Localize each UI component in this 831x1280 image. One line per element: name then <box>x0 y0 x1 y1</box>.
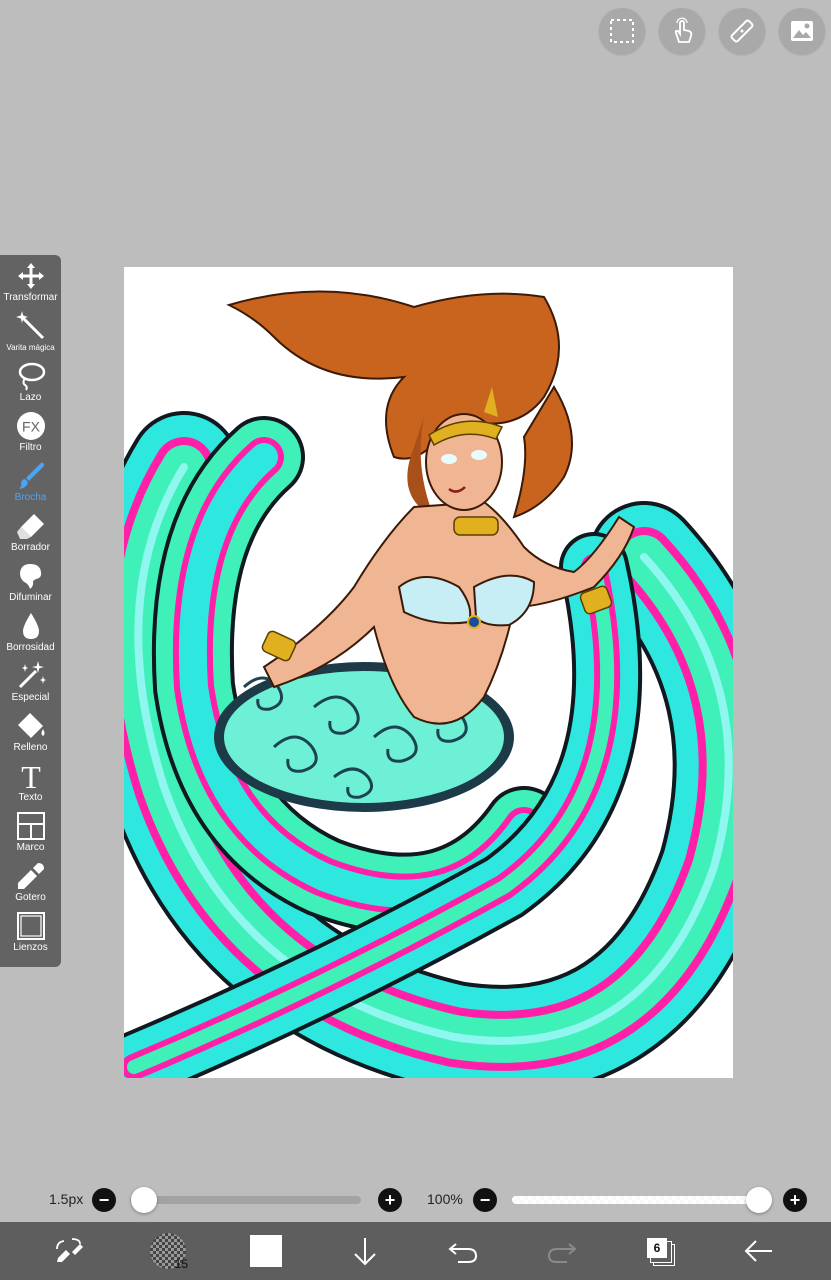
tool-transformar[interactable]: Transformar <box>0 261 61 311</box>
move-arrows-icon <box>17 263 44 289</box>
frame-divider-icon <box>16 812 45 840</box>
opacity-slider[interactable] <box>512 1187 772 1213</box>
gesture-icon <box>674 17 693 43</box>
back-button[interactable] <box>729 1222 789 1280</box>
tool-borrador[interactable]: Borrador <box>0 511 61 561</box>
brush-size-decrease-button[interactable]: − <box>92 1188 116 1212</box>
brush-eraser-swap-button[interactable] <box>39 1222 99 1280</box>
tool-label: Texto <box>18 792 43 803</box>
opacity-fill <box>512 1196 772 1204</box>
brush-settings-button[interactable]: 15 <box>138 1222 198 1280</box>
text-t-icon: T <box>21 761 41 791</box>
fx-icon: FX <box>16 412 45 440</box>
brush-icon <box>18 462 44 489</box>
ruler-icon <box>730 19 754 43</box>
tool-lazo[interactable]: Lazo <box>0 361 61 411</box>
layers-icon: 6 <box>647 1238 675 1266</box>
brush-controls: 1.5px − + 100% − + <box>0 1186 831 1214</box>
tool-label: Varita mágica <box>6 343 55 352</box>
tool-label: Difuminar <box>9 592 52 603</box>
tool-label: Gotero <box>15 892 46 903</box>
magic-wand-icon <box>15 311 44 340</box>
opacity-label: 100% <box>427 1191 463 1207</box>
tool-label: Brocha <box>14 492 47 503</box>
undo-icon <box>448 1243 478 1263</box>
tool-label: Lienzos <box>13 942 48 953</box>
tool-texto[interactable]: T Texto <box>0 761 61 811</box>
tool-label: Transformar <box>3 292 58 303</box>
tool-label: Filtro <box>19 442 42 453</box>
tool-label: Marco <box>16 842 45 853</box>
tool-label: Relleno <box>13 742 48 753</box>
tool-difuminar[interactable]: Difuminar <box>0 561 61 611</box>
brush-size-label: 1.5px <box>49 1191 84 1207</box>
tool-label: Borrador <box>11 542 50 553</box>
lasso-icon <box>18 362 45 391</box>
arrow-left-icon <box>744 1240 772 1262</box>
selection-button[interactable] <box>599 8 645 54</box>
tool-label: Borrosidad <box>6 642 55 653</box>
ruler-button[interactable] <box>719 8 765 54</box>
blur-drop-icon <box>22 613 39 639</box>
layer-count: 6 <box>647 1238 667 1258</box>
swap-brush-eraser-icon <box>56 1238 83 1262</box>
top-button-group <box>599 8 825 54</box>
tool-varita-magica[interactable]: Varita mágica <box>0 311 61 361</box>
material-button[interactable] <box>779 8 825 54</box>
opacity-thumb[interactable] <box>746 1187 772 1213</box>
material-icon <box>791 21 813 41</box>
arrow-down-icon <box>354 1238 376 1266</box>
brush-size-increase-button[interactable]: + <box>378 1188 402 1212</box>
layers-button[interactable]: 6 <box>630 1222 690 1280</box>
brush-preview: 15 <box>150 1233 188 1271</box>
fill-bucket-icon <box>17 713 44 738</box>
bottom-toolbar: 15 6 <box>0 1222 831 1280</box>
gesture-button[interactable] <box>659 8 705 54</box>
eyedropper-icon <box>17 863 44 889</box>
brush-size-thumb[interactable] <box>131 1187 158 1213</box>
tool-especial[interactable]: Especial <box>0 661 61 711</box>
tool-lienzos[interactable]: Lienzos <box>0 911 61 961</box>
selection-icon <box>610 19 634 43</box>
brush-size-slider[interactable] <box>130 1187 361 1213</box>
opacity-decrease-button[interactable]: − <box>473 1188 497 1212</box>
current-color-swatch <box>250 1235 282 1267</box>
redo-button[interactable] <box>532 1222 592 1280</box>
text-glyph: T <box>21 761 41 791</box>
eraser-icon <box>16 514 44 539</box>
tool-gotero[interactable]: Gotero <box>0 861 61 911</box>
undo-button[interactable] <box>433 1222 493 1280</box>
tool-brocha[interactable]: Brocha <box>0 461 61 511</box>
special-sparkle-icon <box>18 661 46 689</box>
fx-text: FX <box>22 419 41 435</box>
tool-borrosidad[interactable]: Borrosidad <box>0 611 61 661</box>
opacity-increase-button[interactable]: + <box>783 1188 807 1212</box>
download-layer-button[interactable] <box>335 1222 395 1280</box>
canvas-icon <box>16 912 45 940</box>
color-picker-button[interactable] <box>236 1222 296 1280</box>
mermaid-artwork <box>124 290 733 1078</box>
tool-label: Lazo <box>19 392 42 403</box>
tool-relleno[interactable]: Relleno <box>0 711 61 761</box>
tool-label: Especial <box>11 692 50 703</box>
redo-icon <box>547 1243 577 1263</box>
tool-palette: Transformar Varita mágica Lazo FX Filtro… <box>0 255 61 967</box>
smudge-icon <box>19 564 41 589</box>
tool-filtro[interactable]: FX Filtro <box>0 411 61 461</box>
tool-marco[interactable]: Marco <box>0 811 61 861</box>
drawing-canvas[interactable] <box>124 267 733 1078</box>
brush-number: 15 <box>174 1257 188 1271</box>
